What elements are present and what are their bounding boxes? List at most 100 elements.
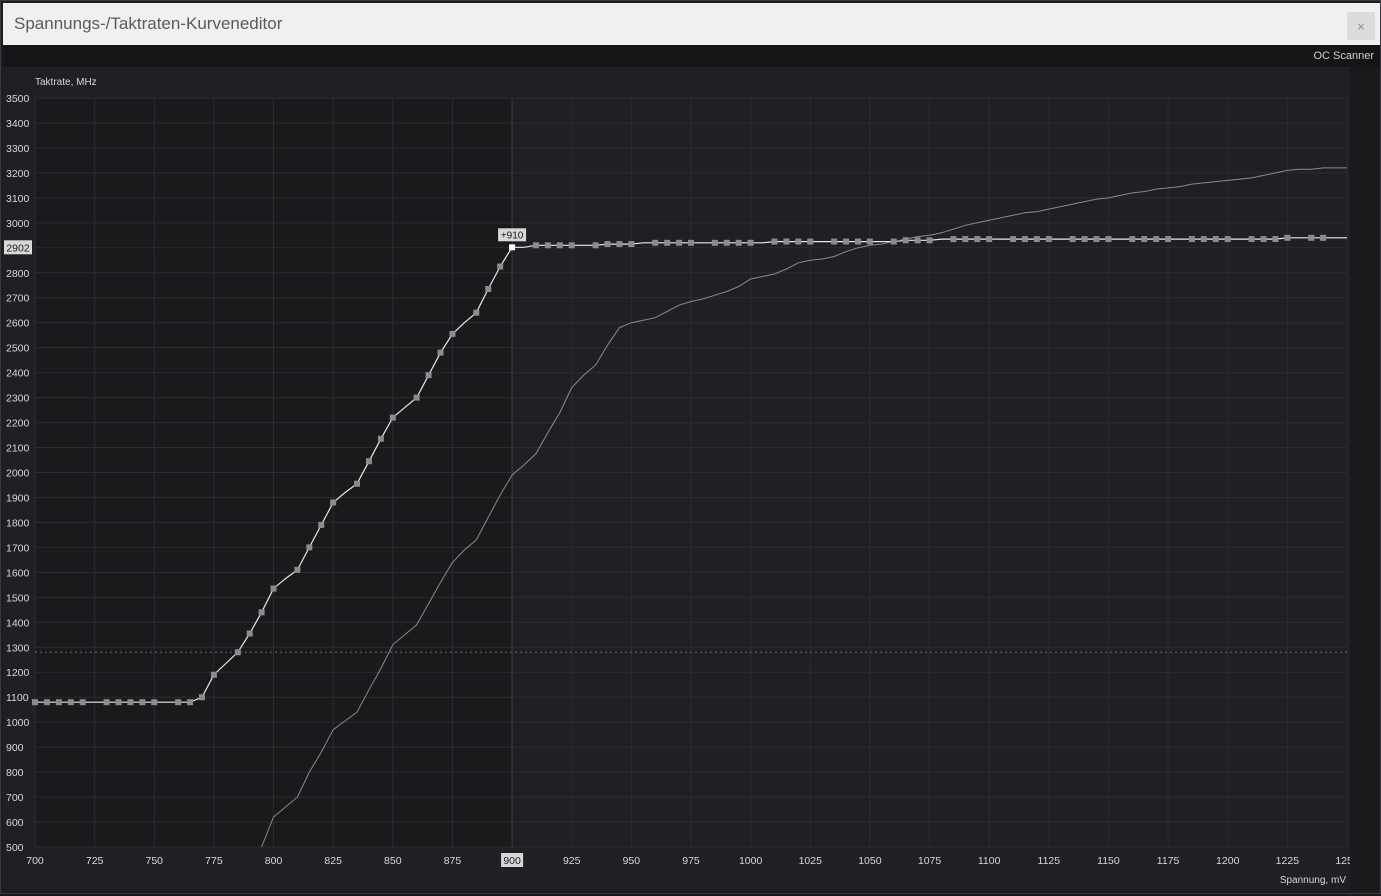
curve-point-marker[interactable] (854, 238, 861, 245)
curve-editor-window: Spannungs-/Taktraten-Kurveneditor × OC S… (0, 0, 1381, 894)
curve-point-marker[interactable] (532, 242, 539, 249)
curve-point-marker[interactable] (616, 241, 623, 248)
curve-point-marker[interactable] (866, 238, 873, 245)
curve-point-marker[interactable] (497, 263, 504, 270)
curve-point-marker[interactable] (1141, 236, 1148, 243)
curve-point-marker[interactable] (1200, 236, 1207, 243)
curve-point-marker[interactable] (1188, 236, 1195, 243)
right-edge-strip (1350, 67, 1380, 891)
curve-point-marker[interactable] (1284, 234, 1291, 241)
curve-point-marker[interactable] (306, 544, 313, 551)
curve-point-marker[interactable] (807, 238, 814, 245)
curve-point-marker[interactable] (1129, 236, 1136, 243)
curve-point-marker[interactable] (103, 699, 110, 706)
curve-point-marker[interactable] (556, 242, 563, 249)
curve-point-marker[interactable] (771, 238, 778, 245)
curve-point-marker[interactable] (1320, 234, 1327, 241)
curve-point-marker[interactable] (1033, 236, 1040, 243)
curve-point-marker[interactable] (831, 238, 838, 245)
curve-point-marker[interactable] (1010, 236, 1017, 243)
curve-point-marker[interactable] (1105, 236, 1112, 243)
curve-point-marker[interactable] (843, 238, 850, 245)
curve-point-marker[interactable] (747, 239, 754, 246)
curve-point-marker[interactable] (1093, 236, 1100, 243)
curve-point-marker[interactable] (568, 242, 575, 249)
curve-point-marker[interactable] (67, 699, 74, 706)
curve-point-marker[interactable] (1260, 236, 1267, 243)
curve-point-marker[interactable] (1272, 236, 1279, 243)
curve-point-marker[interactable] (544, 242, 551, 249)
curve-point-marker[interactable] (604, 241, 611, 248)
curve-point-marker[interactable] (664, 239, 671, 246)
curve-point-marker[interactable] (258, 609, 265, 616)
curve-point-marker[interactable] (246, 630, 253, 637)
curve-point-marker[interactable] (688, 239, 694, 246)
curve-point-marker[interactable] (986, 236, 993, 243)
curve-point-marker[interactable] (32, 699, 38, 706)
curve-point-marker[interactable] (485, 285, 492, 292)
curve-point-marker[interactable] (139, 699, 146, 706)
curve-point-marker[interactable] (377, 435, 384, 442)
curve-point-marker[interactable] (1165, 236, 1172, 243)
curve-point-marker[interactable] (187, 699, 194, 706)
curve-point-marker[interactable] (389, 414, 396, 421)
curve-point-marker[interactable] (795, 238, 802, 245)
y-tick-label: 1900 (6, 492, 30, 504)
curve-point-marker[interactable] (1308, 234, 1315, 241)
curve-point-marker[interactable] (425, 372, 432, 379)
curve-point-marker[interactable] (652, 239, 659, 246)
curve-point-marker[interactable] (413, 394, 420, 401)
curve-point-marker[interactable] (55, 699, 62, 706)
curve-point-marker[interactable] (974, 236, 981, 243)
curve-point-marker[interactable] (437, 349, 444, 356)
curve-point-marker[interactable] (962, 236, 969, 243)
curve-point-marker[interactable] (318, 521, 325, 528)
title-bar[interactable]: Spannungs-/Taktraten-Kurveneditor × (3, 3, 1380, 45)
y-tick-label: 1800 (6, 517, 30, 529)
y-tick-label: 2600 (6, 318, 30, 330)
curve-point-marker[interactable] (735, 239, 742, 246)
curve-point-marker[interactable] (783, 238, 790, 245)
curve-point-marker[interactable] (628, 241, 635, 248)
curve-point-marker[interactable] (234, 649, 241, 656)
close-button[interactable]: × (1347, 12, 1375, 40)
curve-point-marker[interactable] (330, 499, 337, 506)
curve-point-marker[interactable] (449, 330, 456, 337)
curve-point-marker[interactable] (354, 480, 361, 487)
curve-point-marker[interactable] (210, 671, 217, 678)
curve-point-marker[interactable] (723, 239, 730, 246)
curve-point-marker[interactable] (1045, 236, 1052, 243)
curve-point-marker[interactable] (294, 566, 301, 573)
curve-point-marker[interactable] (1212, 236, 1219, 243)
chart-area[interactable]: Taktrate, MHz Spannung, mV 500 600 700 800 9… (3, 67, 1359, 891)
selected-point-marker[interactable] (509, 244, 516, 251)
x-tick-label: 725 (86, 855, 104, 867)
curve-point-marker[interactable] (115, 699, 122, 706)
curve-point-marker[interactable] (127, 699, 134, 706)
curve-point-marker[interactable] (1153, 236, 1160, 243)
oc-scanner-button[interactable]: OC Scanner (1313, 50, 1374, 62)
x-tick-label: 1025 (799, 855, 823, 867)
curve-point-marker[interactable] (365, 458, 372, 465)
curve-point-marker[interactable] (270, 585, 277, 592)
curve-point-marker[interactable] (1069, 236, 1076, 243)
curve-point-marker[interactable] (43, 699, 50, 706)
curve-point-marker[interactable] (926, 237, 933, 244)
y-tick-label: 2700 (6, 293, 30, 305)
curve-point-marker[interactable] (592, 242, 599, 249)
curve-point-marker[interactable] (676, 239, 683, 246)
curve-point-marker[interactable] (151, 699, 158, 706)
curve-point-marker[interactable] (79, 699, 86, 706)
voltage-frequency-curve-chart[interactable]: Taktrate, MHz Spannung, mV 500 600 700 800 9… (3, 67, 1359, 891)
curve-point-marker[interactable] (1224, 236, 1231, 243)
y-tick-label: 3500 (6, 93, 30, 105)
curve-point-marker[interactable] (198, 694, 205, 701)
curve-point-marker[interactable] (473, 309, 480, 316)
curve-point-marker[interactable] (711, 239, 718, 246)
curve-point-marker[interactable] (950, 236, 957, 243)
curve-point-marker[interactable] (1248, 236, 1255, 243)
curve-point-marker[interactable] (175, 699, 182, 706)
curve-point-marker[interactable] (1021, 236, 1028, 243)
curve-point-marker[interactable] (914, 237, 921, 244)
curve-point-marker[interactable] (1081, 236, 1088, 243)
